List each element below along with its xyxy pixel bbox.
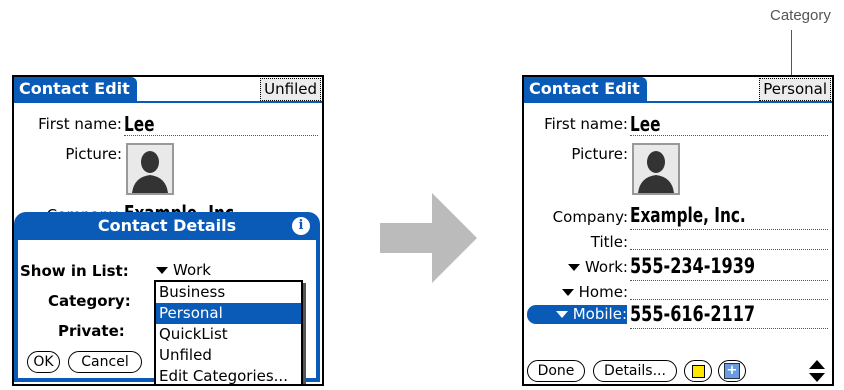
person-silhouette-icon [638, 151, 674, 193]
cancel-button[interactable]: Cancel [68, 351, 142, 373]
right-title-line [630, 249, 828, 250]
right-first-name-value[interactable]: Lee [630, 112, 661, 136]
left-category-selector[interactable]: Unfiled [260, 78, 321, 101]
menu-item-personal[interactable]: Personal [156, 303, 301, 324]
ok-button[interactable]: OK [27, 351, 60, 373]
details-button[interactable]: Details... [593, 360, 677, 382]
right-mobile-label[interactable]: Mobile: [527, 305, 627, 324]
left-first-name-value[interactable]: Lee [124, 112, 155, 136]
left-device-screen: Contact Edit Unfiled First name: Lee Pic… [12, 75, 324, 386]
private-label: Private: [58, 322, 125, 340]
right-mobile-line [630, 328, 828, 329]
right-mobile-value[interactable]: 555-616-2117 [630, 302, 755, 326]
scroll-arrows-icon[interactable] [809, 360, 825, 382]
left-title-tab: Contact Edit [14, 77, 137, 101]
left-first-name-line [124, 135, 318, 136]
right-company-label: Company: [552, 208, 628, 226]
right-title-tab: Contact Edit [524, 77, 647, 101]
right-category-selector[interactable]: Personal [759, 78, 831, 101]
right-work-line [630, 280, 828, 281]
show-in-list-value: Work [173, 261, 211, 279]
transition-arrow-icon [380, 193, 477, 283]
info-icon[interactable]: i [292, 217, 310, 235]
left-picture-placeholder[interactable] [126, 143, 174, 195]
category-dropdown-menu: Business Personal QuickList Unfiled Edit… [154, 280, 303, 384]
category-label: Category: [48, 292, 131, 310]
work-label-text: Work: [584, 258, 628, 276]
right-first-name-label: First name: [544, 115, 628, 133]
right-company-line [630, 229, 828, 230]
mobile-label-text: Mobile: [572, 305, 627, 323]
right-device-screen: Contact Edit Personal First name: Lee Pi… [522, 75, 834, 386]
menu-item-edit-categories[interactable]: Edit Categories... [156, 366, 301, 384]
menu-item-unfiled[interactable]: Unfiled [156, 345, 301, 366]
person-silhouette-icon [132, 151, 168, 193]
left-picture-label: Picture: [65, 145, 122, 163]
right-picture-label: Picture: [571, 145, 628, 163]
right-title-label: Title: [590, 233, 628, 251]
right-title-rule [524, 101, 832, 103]
right-work-value[interactable]: 555-234-1939 [630, 254, 755, 278]
right-company-value[interactable]: Example, Inc. [630, 203, 746, 227]
done-button[interactable]: Done [527, 360, 585, 382]
new-button[interactable]: + [718, 360, 746, 382]
menu-item-business[interactable]: Business [156, 282, 301, 303]
note-button[interactable] [684, 360, 712, 382]
dropdown-arrow-icon [156, 267, 168, 274]
menu-item-quicklist[interactable]: QuickList [156, 324, 301, 345]
dropdown-arrow-icon [561, 289, 574, 296]
right-home-line [630, 299, 828, 300]
show-in-list-label: Show in List: [20, 262, 129, 280]
home-label-text: Home: [578, 283, 628, 301]
left-title-rule [14, 101, 322, 103]
dialog-title: Contact Details [97, 216, 237, 235]
contact-details-dialog: Contact Details i Show in List: Work Cat… [14, 212, 320, 384]
right-first-name-line [630, 135, 828, 136]
dialog-body: Show in List: Work Category: Private: OK… [18, 240, 316, 384]
right-picture-placeholder[interactable] [632, 143, 680, 195]
left-first-name-label: First name: [38, 115, 122, 133]
category-callout-line [791, 30, 792, 78]
note-icon [692, 365, 705, 378]
plus-icon: + [724, 363, 740, 379]
dropdown-arrow-icon [555, 311, 568, 318]
dropdown-arrow-icon [567, 264, 580, 271]
show-in-list-dropdown[interactable]: Work [156, 261, 211, 279]
category-callout-label: Category [770, 7, 831, 24]
right-work-label[interactable]: Work: [528, 258, 628, 276]
right-home-label[interactable]: Home: [528, 283, 628, 301]
